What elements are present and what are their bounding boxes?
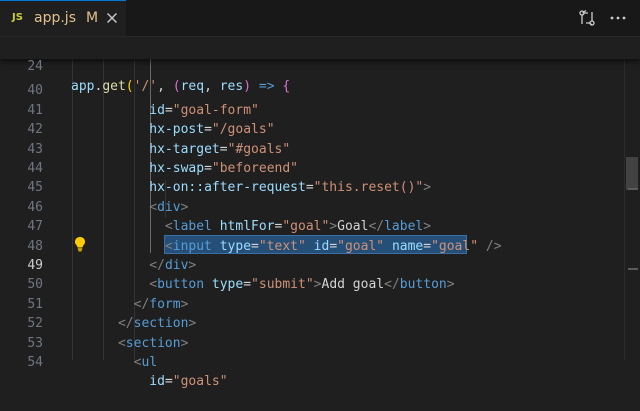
code-line: 42 hx-target="#goals" xyxy=(0,101,624,156)
more-actions-icon[interactable] xyxy=(609,9,627,27)
code-line: 52 <section> xyxy=(0,295,624,350)
overview-ruler-mark xyxy=(628,268,638,270)
scrollbar-thumb[interactable] xyxy=(626,157,638,190)
code-line-active: 49 <button type="submit">Add goal</butto… xyxy=(0,237,624,292)
code-line: 48 </div> xyxy=(0,217,624,273)
open-changes-icon[interactable] xyxy=(578,9,596,27)
code-line: 53 <ul xyxy=(0,314,624,370)
sticky-scroll-header[interactable]: 24 app.get('/', (req, res) => { xyxy=(0,37,640,94)
code-text: <ul xyxy=(133,355,158,370)
line-number: 54 xyxy=(27,355,43,370)
javascript-icon: JS xyxy=(12,12,23,23)
code-line: 54 id="goals" xyxy=(0,334,624,389)
code-line: 45 <div> xyxy=(0,159,624,214)
overview-ruler-mark xyxy=(628,188,638,190)
modified-indicator: M xyxy=(86,10,99,26)
tab-file-name: app.js xyxy=(34,10,76,26)
tab-app-js[interactable]: JS app.js M xyxy=(0,0,126,36)
code-line: 47 <input type="text" id="goal" name="go… xyxy=(0,198,624,253)
close-icon[interactable] xyxy=(104,10,120,26)
code-line: 43 hx-swap="beforeend" xyxy=(0,120,624,176)
line-number: 24 xyxy=(27,59,43,75)
code-line: 50 </form> xyxy=(0,256,624,311)
tab-bar: JS app.js M xyxy=(0,0,640,37)
code-line: 51 </section> xyxy=(0,275,624,331)
vertical-scrollbar[interactable] xyxy=(624,37,640,360)
code-line: 46 <label htmlFor="goal">Goal</label> xyxy=(0,178,624,234)
code-line: 44 hx-on::after-request="this.reset()"> xyxy=(0,140,624,195)
code-text: id="goals" xyxy=(149,374,228,390)
sticky-line: 24 app.get('/', (req, res) => { xyxy=(0,38,624,93)
code-text: app.get('/', (req, res) => { xyxy=(71,78,291,94)
